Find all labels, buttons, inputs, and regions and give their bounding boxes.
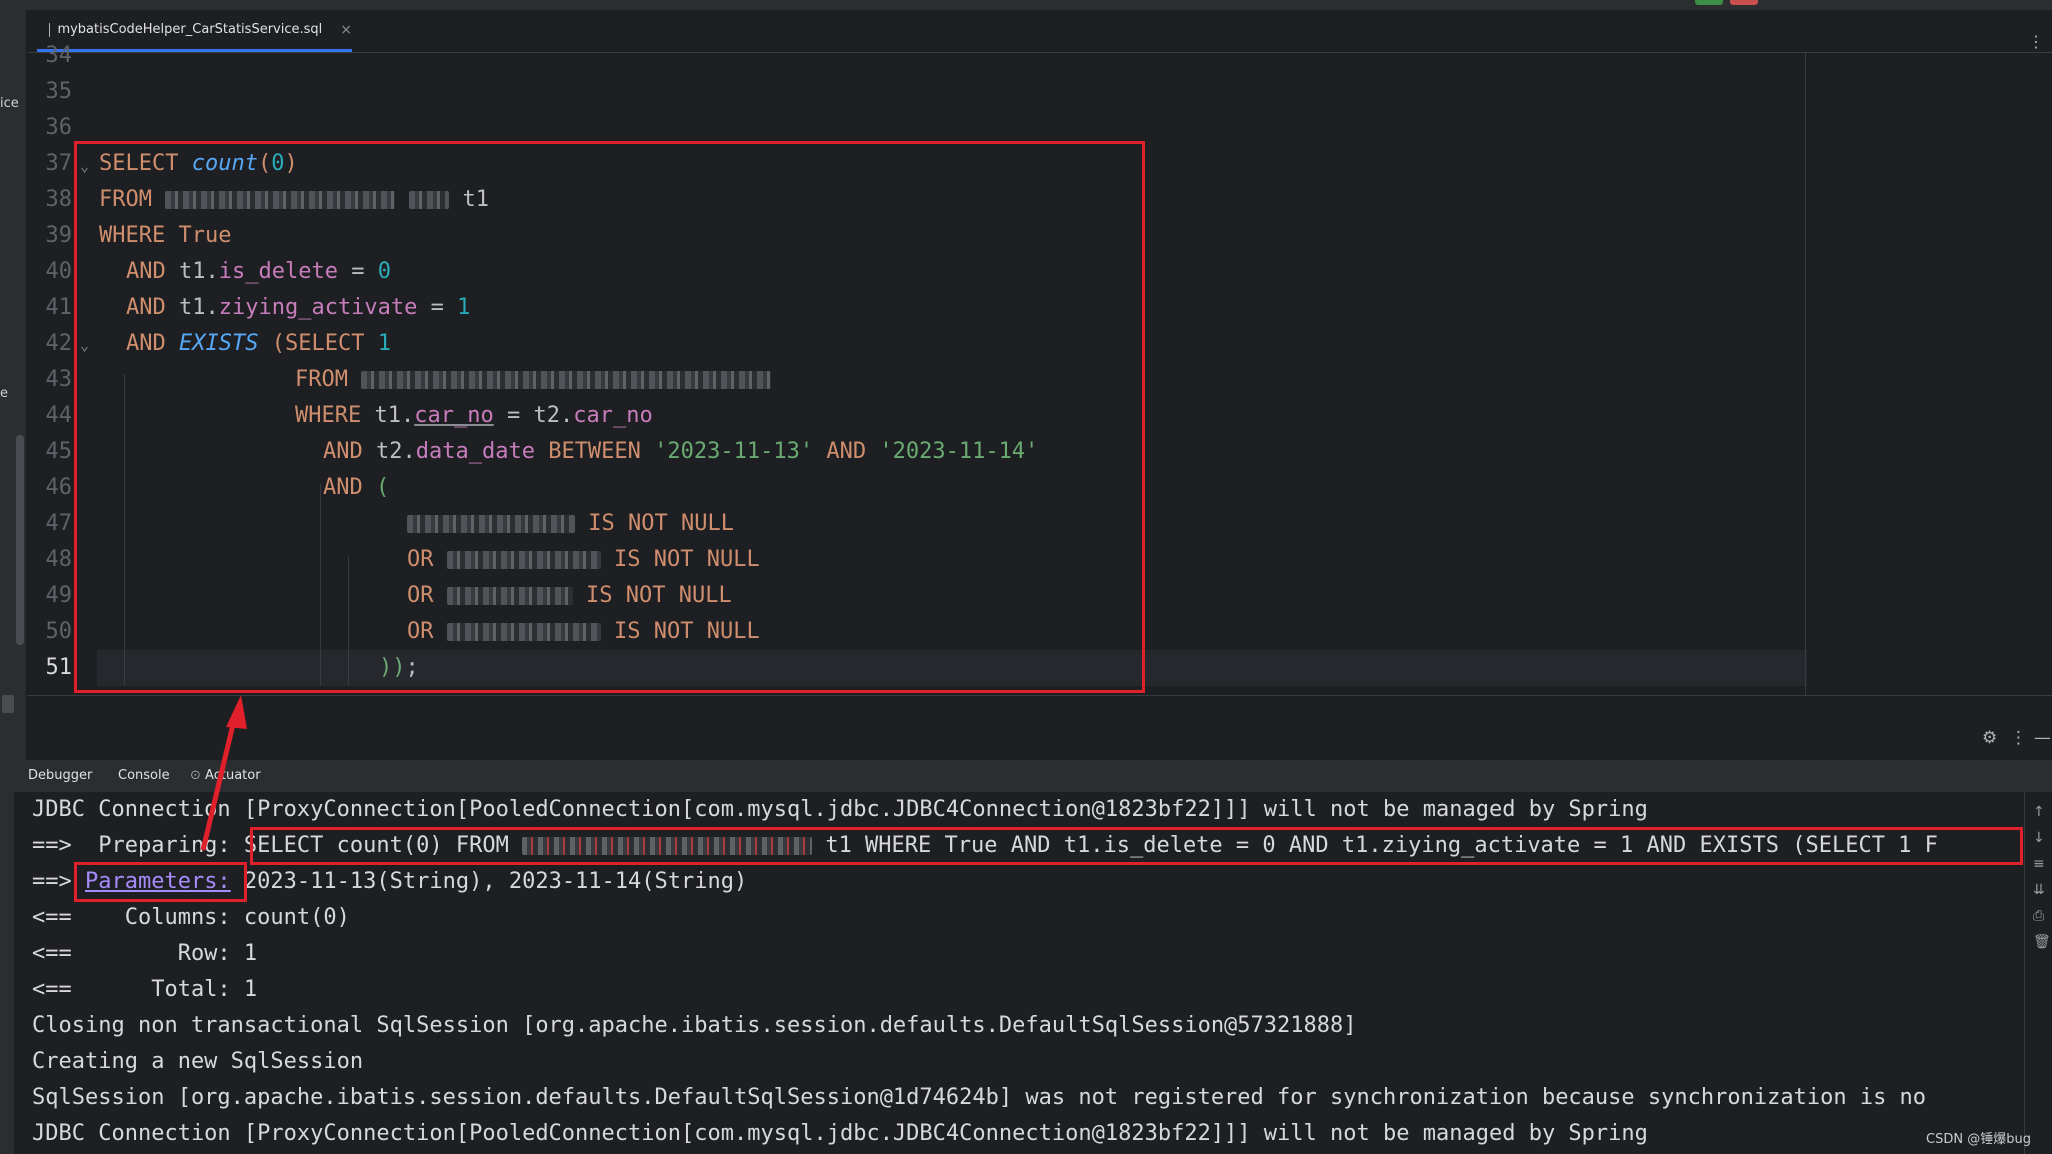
arrow-head — [226, 695, 247, 729]
annotation-arrow — [200, 695, 247, 851]
watermark: CSDN @锤爆bug — [1926, 1132, 2031, 1147]
arrow-shaft — [200, 711, 239, 851]
